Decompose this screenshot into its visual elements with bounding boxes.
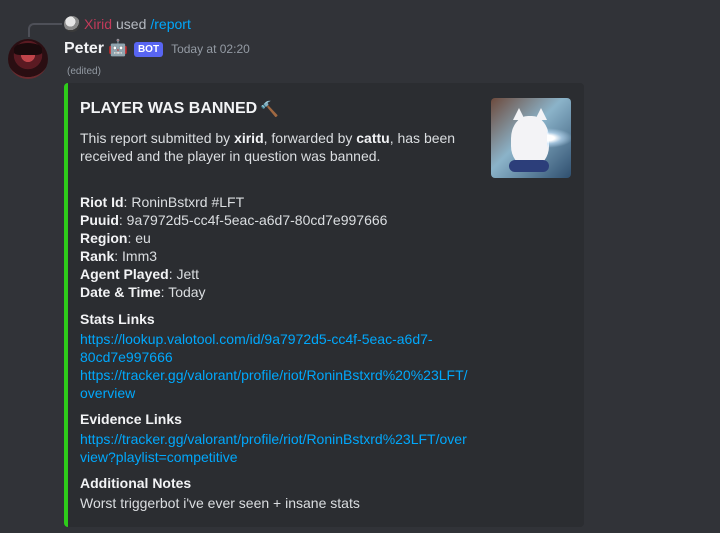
- evidence-link[interactable]: https://tracker.gg/valorant/profile/riot…: [80, 430, 490, 466]
- reply-context[interactable]: Xirid used /report: [64, 14, 191, 34]
- desc-prefix: This report submitted by: [80, 130, 235, 146]
- field-value: Today: [168, 284, 206, 300]
- stats-links-section: Stats Links https://lookup.valotool.com/…: [80, 310, 490, 402]
- username[interactable]: Peter: [64, 40, 104, 58]
- evidence-links-title: Evidence Links: [80, 411, 182, 427]
- field-row: Puuid: 9a7972d5-cc4f-5eac-a6d7-80cd7e997…: [80, 212, 388, 228]
- field-label: Region: [80, 230, 128, 246]
- hammer-icon: 🔨: [260, 101, 279, 118]
- desc-mid: , forwarded by: [263, 130, 357, 146]
- additional-notes-text: Worst triggerbot i've ever seen + insane…: [80, 495, 360, 511]
- edited-label: (edited): [67, 66, 101, 77]
- field-label: Agent Played: [80, 266, 169, 282]
- additional-notes-section: Additional Notes Worst triggerbot i've e…: [80, 474, 490, 512]
- desc-forwarder: cattu: [356, 130, 390, 146]
- field-value: Jett: [176, 266, 200, 282]
- robot-icon: 🤖: [108, 40, 128, 57]
- timestamp[interactable]: Today at 02:20: [171, 42, 250, 56]
- stats-links-title: Stats Links: [80, 311, 155, 327]
- desc-submitter: xirid: [234, 130, 264, 146]
- field-value: 9a7972d5-cc4f-5eac-a6d7-80cd7e997666: [126, 212, 388, 228]
- additional-notes-title: Additional Notes: [80, 475, 192, 491]
- message-header: Peter 🤖 BOT Today at 02:20: [64, 38, 250, 60]
- embed-fields: Riot Id: RoninBstxrd #LFT Puuid: 9a7972d…: [80, 193, 387, 301]
- field-value: RoninBstxrd #LFT: [131, 194, 245, 210]
- field-row: Riot Id: RoninBstxrd #LFT: [80, 194, 245, 210]
- stats-link-tracker[interactable]: https://tracker.gg/valorant/profile/riot…: [80, 366, 490, 402]
- reply-used-text: used: [116, 16, 147, 32]
- field-row: Date & Time: Today: [80, 284, 206, 300]
- avatar[interactable]: [8, 39, 48, 79]
- bot-tag: BOT: [133, 41, 164, 57]
- reply-connector: [28, 23, 62, 37]
- embed: PLAYER WAS BANNED 🔨 This report submitte…: [64, 83, 584, 527]
- evidence-links-section: Evidence Links https://tracker.gg/valora…: [80, 410, 490, 466]
- reply-username[interactable]: Xirid: [84, 16, 112, 32]
- field-label: Date & Time: [80, 284, 161, 300]
- field-row: Region: eu: [80, 230, 151, 246]
- field-label: Puuid: [80, 212, 119, 228]
- embed-description: This report submitted by xirid, forwarde…: [80, 129, 480, 165]
- field-row: Rank: Imm3: [80, 248, 158, 264]
- reply-avatar[interactable]: [64, 16, 80, 32]
- field-value: Imm3: [122, 248, 158, 264]
- embed-title-text: PLAYER WAS BANNED: [80, 100, 258, 117]
- stats-link-valotool[interactable]: https://lookup.valotool.com/id/9a7972d5-…: [80, 330, 490, 366]
- embed-thumbnail[interactable]: [491, 98, 571, 178]
- field-label: Rank: [80, 248, 115, 264]
- field-value: eu: [135, 230, 151, 246]
- field-label: Riot Id: [80, 194, 124, 210]
- reply-command[interactable]: /report: [150, 16, 190, 32]
- embed-title: PLAYER WAS BANNED 🔨: [80, 100, 279, 118]
- field-row: Agent Played: Jett: [80, 266, 200, 282]
